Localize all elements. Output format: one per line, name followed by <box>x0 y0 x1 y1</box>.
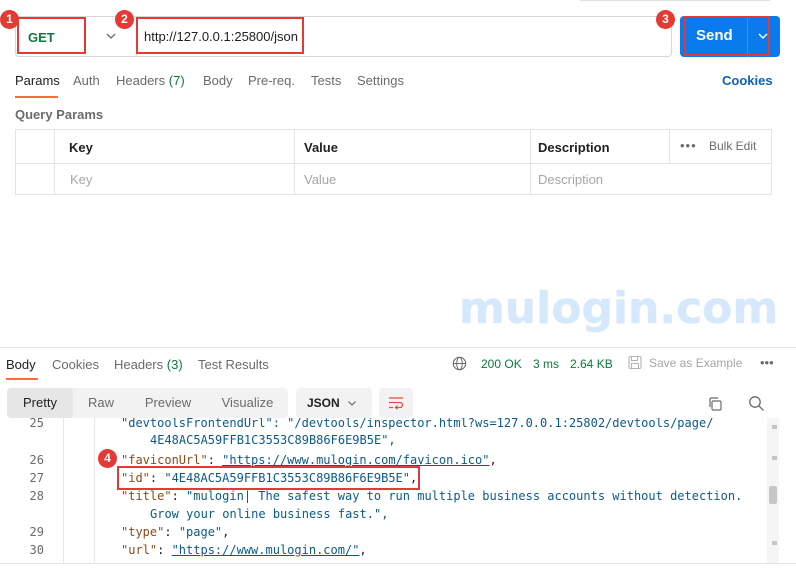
view-visualize[interactable]: Visualize <box>207 388 288 418</box>
column-header-key: Key <box>69 140 93 155</box>
annotation-badge-3: 3 <box>656 10 675 29</box>
line-number: 25 <box>29 418 44 430</box>
annotation-badge-2: 2 <box>115 10 134 29</box>
request-bar: GET http://127.0.0.1:25800/json <box>15 16 672 57</box>
response-tab-body[interactable]: Body <box>6 357 36 372</box>
format-select[interactable]: JSON <box>296 388 372 418</box>
view-pretty[interactable]: Pretty <box>7 388 73 418</box>
tab-auth[interactable]: Auth <box>73 73 100 88</box>
table-col-divider <box>530 130 531 194</box>
top-edge <box>580 0 770 1</box>
indent-guide <box>63 418 64 564</box>
json-key: "id" <box>121 471 150 485</box>
tab-tests[interactable]: Tests <box>311 73 341 88</box>
view-raw[interactable]: Raw <box>73 388 129 418</box>
tab-settings[interactable]: Settings <box>357 73 404 88</box>
code-line-25: "devtoolsFrontendUrl": "/devtools/inspec… <box>121 418 714 430</box>
line-number: 26 <box>29 453 44 467</box>
value-input[interactable]: Value <box>304 172 336 187</box>
annotation-box-method <box>17 17 86 54</box>
response-tab-headers[interactable]: Headers (3) <box>114 357 183 372</box>
code-line-26: "faviconUrl": "https://www.mulogin.com/f… <box>121 453 497 467</box>
annotation-box-url <box>136 17 304 54</box>
active-tab-indicator <box>15 96 58 98</box>
code-line-28: "title": "mulogin| The safest way to run… <box>121 489 743 503</box>
json-value: "mulogin| The safest way to run multiple… <box>186 489 743 503</box>
table-col-divider <box>669 130 670 163</box>
json-key: "faviconUrl" <box>121 453 208 467</box>
query-params-table: Key Value Description ••• Bulk Edit Key … <box>15 129 772 195</box>
table-row-divider <box>16 163 771 164</box>
response-more-icon[interactable]: ••• <box>760 355 774 370</box>
tab-headers-label: Headers <box>116 73 166 88</box>
wrap-lines-button[interactable] <box>379 388 413 418</box>
copy-icon[interactable] <box>707 396 723 412</box>
bottom-divider <box>0 563 796 564</box>
chevron-down-icon <box>348 401 356 406</box>
scrollbar-thumb[interactable] <box>769 486 777 504</box>
save-icon <box>628 355 642 370</box>
code-line-30: "url": "https://www.mulogin.com/", <box>121 543 367 557</box>
table-col-divider <box>294 130 295 194</box>
code-line-27: "id": "4E48AC5A59FFB1C3553C89B86F6E9B5E"… <box>121 471 418 485</box>
scroll-marker <box>772 541 777 545</box>
watermark: mulogin.com <box>459 283 779 334</box>
column-header-description: Description <box>538 140 610 155</box>
response-tab-test-results[interactable]: Test Results <box>198 357 269 372</box>
bulk-edit-button[interactable]: Bulk Edit <box>709 139 756 153</box>
response-size[interactable]: 2.64 KB <box>570 357 613 371</box>
format-label: JSON <box>307 396 340 410</box>
key-input[interactable]: Key <box>70 172 92 187</box>
scroll-marker <box>772 425 777 429</box>
indent-guide <box>94 418 95 564</box>
response-divider <box>0 347 796 348</box>
column-header-value: Value <box>304 140 338 155</box>
code-line-29: "type": "page", <box>121 525 230 539</box>
line-number: 28 <box>29 489 44 503</box>
view-preview[interactable]: Preview <box>129 388 207 418</box>
description-input[interactable]: Description <box>538 172 603 187</box>
response-time[interactable]: 3 ms <box>533 357 559 371</box>
code-line-25-wrap: 4E48AC5A59FFB1C3553C89B86F6E9B5E", <box>150 433 396 447</box>
line-number: 29 <box>29 525 44 539</box>
tab-params[interactable]: Params <box>15 73 60 88</box>
annotation-box-send <box>684 16 770 56</box>
scroll-marker <box>772 456 777 460</box>
status-code[interactable]: 200 OK <box>481 357 522 371</box>
active-response-tab-indicator <box>6 378 38 380</box>
json-value: "page" <box>178 525 223 539</box>
more-options-icon[interactable]: ••• <box>680 138 697 153</box>
line-number: 27 <box>29 471 44 485</box>
json-key: "url" <box>121 543 158 557</box>
query-params-title: Query Params <box>15 107 104 122</box>
json-key: "type" <box>121 525 165 539</box>
json-link[interactable]: "https://www.mulogin.com/" <box>172 543 360 557</box>
annotation-badge-1: 1 <box>0 10 19 29</box>
tab-headers[interactable]: Headers (7) <box>116 73 185 88</box>
globe-icon[interactable] <box>452 356 467 371</box>
table-col-divider <box>54 130 55 194</box>
tab-body[interactable]: Body <box>203 73 233 88</box>
json-key: "title" <box>121 489 172 503</box>
response-tab-headers-count: (3) <box>166 357 183 372</box>
tab-headers-count: (7) <box>168 73 185 88</box>
code-line-28-wrap: Grow your online business fast.", <box>150 507 389 521</box>
line-number: 30 <box>29 543 44 557</box>
wrap-lines-icon <box>389 397 404 410</box>
response-tab-headers-label: Headers <box>114 357 164 372</box>
view-mode-switch: Pretty Raw Preview Visualize <box>7 388 288 418</box>
chevron-down-icon[interactable] <box>104 29 118 43</box>
save-as-example-button[interactable]: Save as Example <box>649 356 742 370</box>
search-icon[interactable] <box>748 395 765 412</box>
json-value: "4E48AC5A59FFB1C3553C89B86F6E9B5E" <box>164 471 410 485</box>
tab-pre-request[interactable]: Pre-req. <box>248 73 295 88</box>
response-tab-cookies[interactable]: Cookies <box>52 357 99 372</box>
json-link[interactable]: "https://www.mulogin.com/favicon.ico" <box>222 453 489 467</box>
cookies-link[interactable]: Cookies <box>722 73 773 88</box>
response-body-editor[interactable]: 25 "devtoolsFrontendUrl": "/devtools/ins… <box>0 418 766 564</box>
